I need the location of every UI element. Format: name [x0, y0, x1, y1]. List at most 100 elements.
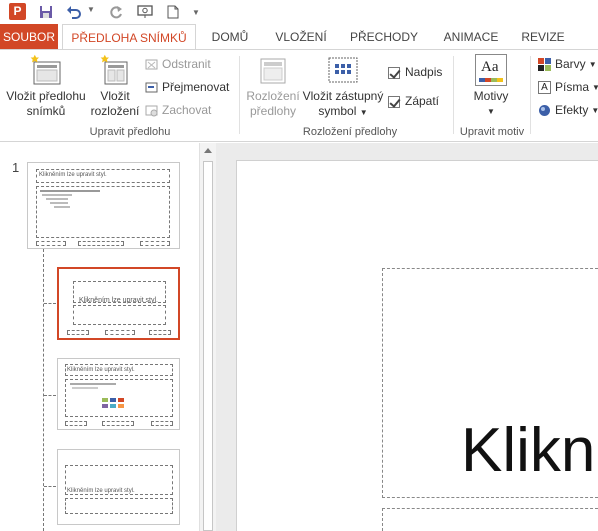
group-separator: [239, 56, 240, 134]
preserve-icon: [145, 104, 158, 117]
thumb-title-text: Klikněním lze upravit styl.: [67, 367, 135, 373]
ribbon-tabs: SOUBOR PŘEDLOHA SNÍMKŮ DOMŮ VLOŽENÍ PŘEC…: [0, 24, 598, 51]
themes-label: Motivy: [473, 89, 509, 103]
undo-icon[interactable]: [64, 2, 84, 22]
delete-icon: [145, 58, 158, 71]
scrollbar-thumb[interactable]: [203, 161, 213, 531]
thumb-bullet-line: [70, 383, 116, 385]
insert-placeholder-label-1: Vložit zástupný: [302, 89, 384, 103]
chevron-down-icon: ▼: [591, 106, 598, 115]
tab-insert[interactable]: VLOŽENÍ: [270, 24, 332, 50]
master-layout-label-2: předlohy: [249, 104, 297, 118]
redo-icon[interactable]: [106, 2, 126, 22]
scroll-up-icon[interactable]: [204, 148, 212, 153]
thumb-bullet-line: [40, 190, 100, 192]
thumb-bullet-line: [42, 194, 72, 196]
slide-number: 1: [12, 160, 20, 175]
layout-thumbnail-title-content[interactable]: Klikněním lze upravit styl.: [57, 358, 180, 430]
thumb-content-icons: [102, 397, 132, 408]
chevron-down-icon: ▼: [359, 108, 368, 117]
layout-thumbnail-section-header[interactable]: Klikněním lze upravit styl.: [57, 449, 180, 525]
thumb-bullet-line: [54, 206, 70, 208]
tab-file[interactable]: SOUBOR: [0, 24, 58, 50]
rename-button[interactable]: Přejmenovat: [145, 78, 229, 97]
tab-transitions[interactable]: PŘECHODY: [348, 24, 420, 50]
powerpoint-logo: P: [9, 3, 26, 20]
fonts-label: Písma: [555, 80, 590, 94]
start-slideshow-icon[interactable]: [135, 2, 155, 22]
subtitle-placeholder[interactable]: [382, 508, 598, 531]
thumbnail-tree-branch: [44, 395, 56, 396]
title-checkbox-box[interactable]: [388, 66, 400, 79]
effects-icon: [538, 104, 551, 117]
thumbnail-tree-branch: [44, 303, 56, 304]
thumb-footer-placeholder: [149, 330, 171, 335]
tab-animations[interactable]: ANIMACE: [438, 24, 504, 50]
chevron-down-icon: ▼: [588, 60, 597, 69]
thumb-footer-placeholder: [102, 421, 134, 426]
slide-master-thumbnail[interactable]: Klikněním lze upravit styl.: [27, 162, 180, 249]
insert-placeholder-label-2: symbol: [318, 104, 357, 118]
customize-icon[interactable]: ▼: [192, 8, 200, 17]
group-label-edit-master: Upravit předlohu: [89, 126, 171, 138]
master-layout-button[interactable]: Rozložení předlohy: [243, 54, 303, 119]
themes-icon-text: Aa: [481, 59, 499, 75]
fonts-button[interactable]: A Písma ▼: [538, 78, 598, 97]
thumb-title-text: Klikněním lze upravit styl.: [39, 172, 107, 178]
tab-review[interactable]: REVIZE: [520, 24, 566, 50]
colors-label: Barvy: [555, 57, 586, 71]
layout-thumbnail-title-slide[interactable]: Klikněním lze upravit styl.: [57, 267, 180, 340]
colors-button[interactable]: Barvy ▼: [538, 55, 597, 74]
new-file-icon[interactable]: [163, 2, 183, 22]
insert-placeholder-label-2-row: symbol ▼: [301, 104, 385, 120]
insert-slide-master-label-2: snímků: [26, 104, 66, 118]
thumbnail-scrollbar[interactable]: [199, 143, 216, 531]
thumb-subtitle-placeholder: [73, 305, 166, 325]
thumb-footer-placeholder: [105, 330, 135, 335]
thumb-bullet-line: [46, 198, 68, 200]
title-checkbox[interactable]: Nadpis: [388, 63, 442, 82]
tab-slide-master[interactable]: PŘEDLOHA SNÍMKŮ: [62, 24, 196, 51]
master-layout-icon: [257, 54, 289, 86]
footers-checkbox[interactable]: Zápatí: [388, 92, 439, 111]
insert-slide-master-icon: [30, 54, 62, 86]
footers-checkbox-label: Zápatí: [405, 94, 440, 108]
chevron-down-icon: ▼: [592, 83, 598, 92]
save-icon[interactable]: [36, 2, 56, 22]
effects-label: Efekty: [555, 103, 589, 117]
insert-slide-master-button[interactable]: Vložit předlohu snímků: [4, 54, 88, 119]
group-separator: [453, 56, 454, 134]
group-separator: [530, 56, 531, 134]
thumb-bullet-line: [50, 202, 68, 204]
undo-dropdown-icon[interactable]: ▼: [87, 5, 95, 14]
thumb-footer-placeholder: [36, 241, 66, 246]
thumb-title-text: Klikněním lze upravit styl.: [67, 488, 135, 494]
fonts-icon: A: [538, 81, 551, 94]
slide-title-text[interactable]: Klikn: [461, 416, 595, 486]
themes-color-strip: [479, 78, 503, 82]
thumb-footer-placeholder: [151, 421, 173, 426]
colors-icon: [538, 58, 551, 71]
rename-icon: [145, 81, 158, 94]
group-label-master-layout: Rozložení předlohy: [302, 126, 398, 138]
thumb-footer-placeholder: [78, 241, 124, 246]
delete-label: Odstranit: [162, 57, 211, 71]
insert-layout-button[interactable]: Vložit rozložení: [90, 54, 140, 119]
footers-checkbox-box[interactable]: [388, 95, 400, 108]
tab-home[interactable]: DOMŮ: [205, 24, 255, 50]
thumbnail-tree-line: [43, 249, 44, 531]
delete-button[interactable]: Odstranit: [145, 55, 211, 74]
group-label-edit-theme: Upravit motiv: [459, 126, 525, 138]
themes-button[interactable]: Aa Motivy ▼: [466, 54, 516, 119]
thumb-footer-placeholder: [67, 330, 89, 335]
chevron-down-icon: ▼: [487, 107, 495, 116]
thumb-bullet-line: [72, 387, 98, 389]
insert-layout-label-2: rozložení: [90, 104, 140, 118]
insert-layout-icon: [99, 54, 131, 86]
thumb-text-placeholder: [65, 498, 173, 514]
preserve-button[interactable]: Zachovat: [145, 101, 211, 120]
insert-placeholder-button[interactable]: Vložit zástupný symbol ▼: [301, 54, 385, 120]
insert-slide-master-label-1: Vložit předlohu: [6, 89, 86, 103]
insert-placeholder-icon: [326, 54, 360, 86]
effects-button[interactable]: Efekty ▼: [538, 101, 598, 120]
